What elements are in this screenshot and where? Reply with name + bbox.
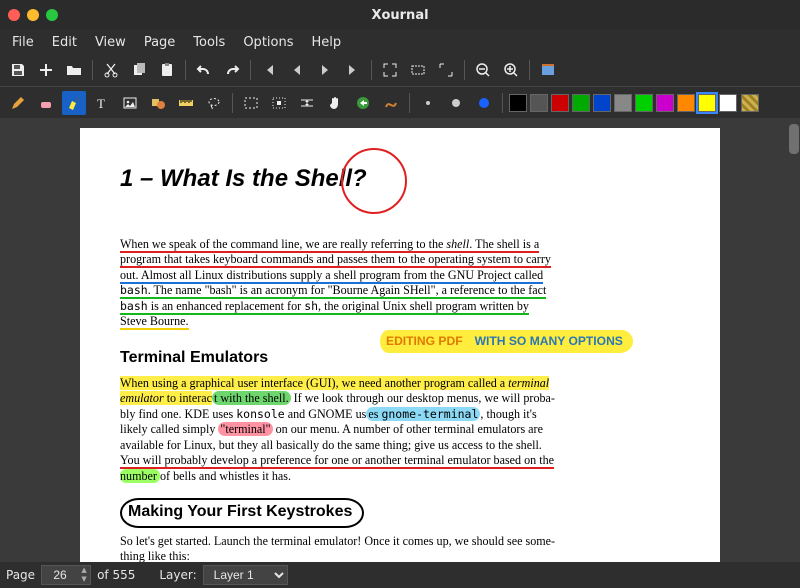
page-heading: 1 – What Is the Shell?: [120, 164, 680, 195]
paragraph-1: When we speak of the command line, we ar…: [120, 237, 680, 330]
zoom-out-button[interactable]: [471, 58, 495, 82]
copy-button[interactable]: [127, 58, 151, 82]
menu-page[interactable]: Page: [136, 32, 183, 53]
select-rect-tool[interactable]: [239, 91, 263, 115]
color-swatch-6[interactable]: [635, 94, 653, 112]
next-page-button[interactable]: [313, 58, 337, 82]
thickness-thick[interactable]: [472, 91, 496, 115]
page-down-arrow[interactable]: ▼: [78, 575, 90, 584]
stroke-tool[interactable]: [379, 91, 403, 115]
scrollbar-thumb[interactable]: [789, 124, 799, 154]
annotation-heading-circle: Making Your First Keystrokes: [120, 498, 364, 527]
heading-terminal-emulators: Terminal Emulators: [120, 348, 268, 368]
menu-options[interactable]: Options: [235, 32, 301, 53]
document-viewport[interactable]: 1 – What Is the Shell? When we speak of …: [0, 118, 800, 562]
new-button[interactable]: [34, 58, 58, 82]
menu-file[interactable]: File: [4, 32, 42, 53]
last-page-button[interactable]: [341, 58, 365, 82]
titlebar: Xournal: [0, 0, 800, 30]
color-swatch-9[interactable]: [698, 94, 716, 112]
page-up-arrow[interactable]: ▲: [78, 566, 90, 575]
shapes-tool[interactable]: [146, 91, 170, 115]
vertical-scrollbar[interactable]: [788, 118, 800, 562]
tools-toolbar: T: [0, 86, 800, 118]
layer-select[interactable]: Layer 1: [203, 565, 288, 585]
annotation-banner: EDITING PDF WITH SO MANY OPTIONS: [380, 330, 633, 353]
zoom-fit-button[interactable]: [378, 58, 402, 82]
page-total: of 555: [97, 568, 135, 582]
color-custom[interactable]: [741, 94, 759, 112]
vertical-space-tool[interactable]: [295, 91, 319, 115]
color-swatch-5[interactable]: [614, 94, 632, 112]
color-swatch-4[interactable]: [593, 94, 611, 112]
color-swatch-3[interactable]: [572, 94, 590, 112]
menu-tools[interactable]: Tools: [185, 32, 233, 53]
layer-label: Layer:: [159, 568, 196, 582]
main-toolbar: [0, 54, 800, 86]
text-tool[interactable]: T: [90, 91, 114, 115]
highlighter-tool[interactable]: [62, 91, 86, 115]
menu-view[interactable]: View: [87, 32, 134, 53]
open-button[interactable]: [62, 58, 86, 82]
color-swatch-10[interactable]: [719, 94, 737, 112]
page-number-spinner[interactable]: ▲ ▼: [41, 565, 91, 585]
hand-tool[interactable]: [323, 91, 347, 115]
window-maximize-button[interactable]: [46, 9, 58, 21]
pdf-page: 1 – What Is the Shell? When we speak of …: [80, 128, 720, 562]
image-tool[interactable]: [118, 91, 142, 115]
color-swatch-0[interactable]: [509, 94, 527, 112]
menu-help[interactable]: Help: [304, 32, 350, 53]
svg-text:T: T: [97, 96, 105, 111]
heading-first-keystrokes: Making Your First Keystrokes: [128, 502, 352, 522]
page-label: Page: [6, 568, 35, 582]
first-page-button[interactable]: [257, 58, 281, 82]
menu-edit[interactable]: Edit: [44, 32, 85, 53]
paragraph-2: When using a graphical user interface (G…: [120, 376, 680, 484]
cut-button[interactable]: [99, 58, 123, 82]
ruler-tool[interactable]: [174, 91, 198, 115]
redo-button[interactable]: [220, 58, 244, 82]
pen-tool[interactable]: [6, 91, 30, 115]
color-swatch-8[interactable]: [677, 94, 695, 112]
zoom-in-button[interactable]: [499, 58, 523, 82]
undo-button[interactable]: [192, 58, 216, 82]
window-close-button[interactable]: [8, 9, 20, 21]
window-minimize-button[interactable]: [27, 9, 39, 21]
arrow-tool[interactable]: [351, 91, 375, 115]
paste-button[interactable]: [155, 58, 179, 82]
lasso-tool[interactable]: [202, 91, 226, 115]
thickness-medium[interactable]: [444, 91, 468, 115]
save-button[interactable]: [6, 58, 30, 82]
paragraph-3: So let's get started. Launch the termina…: [120, 534, 680, 562]
thickness-thin[interactable]: [416, 91, 440, 115]
page-setup-button[interactable]: [536, 58, 560, 82]
prev-page-button[interactable]: [285, 58, 309, 82]
page-number-input[interactable]: [42, 568, 78, 582]
statusbar: Page ▲ ▼ of 555 Layer: Layer 1: [0, 562, 800, 588]
eraser-tool[interactable]: [34, 91, 58, 115]
fullscreen-button[interactable]: [434, 58, 458, 82]
color-swatch-2[interactable]: [551, 94, 569, 112]
color-swatch-7[interactable]: [656, 94, 674, 112]
app-title: Xournal: [0, 8, 800, 23]
zoom-width-button[interactable]: [406, 58, 430, 82]
menubar: File Edit View Page Tools Options Help: [0, 30, 800, 54]
select-region-tool[interactable]: [267, 91, 291, 115]
color-swatch-1[interactable]: [530, 94, 548, 112]
